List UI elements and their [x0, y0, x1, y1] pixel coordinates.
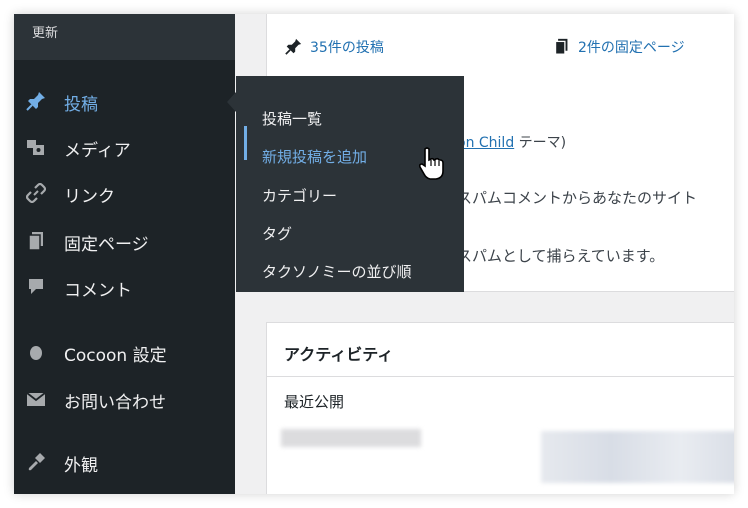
pages-count-label: 2件の固定ページ	[578, 40, 685, 56]
blurred-post-title	[541, 431, 734, 483]
mail-icon	[26, 392, 46, 406]
submenu-pointer	[227, 92, 236, 112]
recently-published-heading: 最近公開	[284, 393, 345, 411]
pushpin-icon	[285, 38, 302, 55]
sidebar-item-label: リンク	[64, 187, 115, 207]
activity-divider	[267, 376, 734, 377]
page-icon	[554, 38, 568, 55]
sidebar-item-links[interactable]: リンク	[14, 175, 235, 211]
theme-link[interactable]: on Child	[457, 135, 514, 151]
pages-count-link[interactable]: 2件の固定ページ	[553, 37, 685, 57]
admin-window: 更新 投稿 メディア リンク 固定ページ コメント Cocoon 設定 お問い合…	[14, 14, 734, 494]
submenu-taxonomy-order[interactable]: タクソノミーの並び順	[262, 261, 412, 282]
activity-panel: アクティビティ 最近公開	[266, 322, 734, 494]
sidebar-item-label: Cocoon 設定	[64, 346, 167, 366]
sidebar-item-label: お問い合わせ	[64, 393, 166, 413]
sidebar-item-media[interactable]: メディア	[14, 129, 235, 165]
circle-icon	[30, 346, 42, 360]
submenu-tags[interactable]: タグ	[262, 223, 292, 244]
theme-info: on Child テーマ)	[457, 132, 566, 152]
sidebar-item-label: 固定ページ	[64, 235, 149, 255]
sidebar-item-update[interactable]: 更新	[14, 14, 235, 60]
page-icon	[28, 232, 43, 251]
sidebar-item-label: コメント	[64, 281, 132, 301]
sidebar-item-label: メディア	[64, 141, 131, 161]
sidebar-item-cocoon-settings[interactable]: Cocoon 設定	[14, 334, 235, 370]
submenu-add-new-post[interactable]: 新規投稿を追加	[262, 146, 367, 167]
admin-sidebar: 更新 投稿 メディア リンク 固定ページ コメント Cocoon 設定 お問い合…	[14, 14, 235, 494]
sidebar-item-pages[interactable]: 固定ページ	[14, 223, 235, 259]
sidebar-update-label: 更新	[32, 26, 59, 41]
posts-count-link[interactable]: 35件の投稿	[285, 37, 384, 57]
sidebar-item-label: 投稿	[64, 95, 98, 115]
submenu-categories[interactable]: カテゴリー	[262, 185, 337, 206]
sidebar-item-label: 外観	[64, 456, 98, 476]
sidebar-item-comments[interactable]: コメント	[14, 269, 235, 305]
pushpin-icon	[26, 92, 45, 111]
theme-suffix: テーマ)	[518, 135, 567, 151]
spam-text-line2: スパムとして捕らえています。	[457, 247, 665, 265]
spam-text-line1: スパムコメントからあなたのサイト	[457, 189, 698, 207]
posts-submenu: 投稿一覧 新規投稿を追加 カテゴリー タグ タクソノミーの並び順	[236, 76, 464, 292]
sidebar-item-posts[interactable]: 投稿	[14, 83, 235, 119]
activity-title: アクティビティ	[284, 345, 394, 364]
blurred-date	[281, 429, 421, 447]
submenu-current-indicator	[244, 126, 247, 160]
posts-count-label: 35件の投稿	[310, 40, 384, 56]
brush-icon	[28, 453, 45, 471]
media-icon	[27, 140, 44, 155]
sidebar-item-contact[interactable]: お問い合わせ	[14, 381, 235, 417]
comment-icon	[29, 279, 43, 294]
link-icon	[26, 183, 46, 203]
submenu-all-posts[interactable]: 投稿一覧	[262, 108, 322, 129]
sidebar-item-appearance[interactable]: 外観	[14, 444, 235, 480]
hand-cursor-icon	[418, 147, 444, 180]
